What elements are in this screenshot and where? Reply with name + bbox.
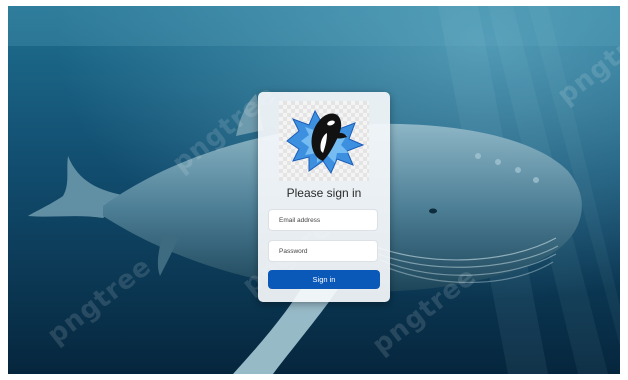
password-field[interactable]	[268, 240, 378, 262]
email-field[interactable]	[268, 209, 378, 231]
signin-card: Please sign in Sign in	[258, 92, 390, 302]
page-title: Please sign in	[286, 186, 362, 200]
background-scene: pngtree pngtree pngtree pngtree pngtree …	[8, 6, 620, 374]
sign-in-button[interactable]: Sign in	[268, 270, 380, 289]
orca-splash-icon	[279, 101, 369, 181]
